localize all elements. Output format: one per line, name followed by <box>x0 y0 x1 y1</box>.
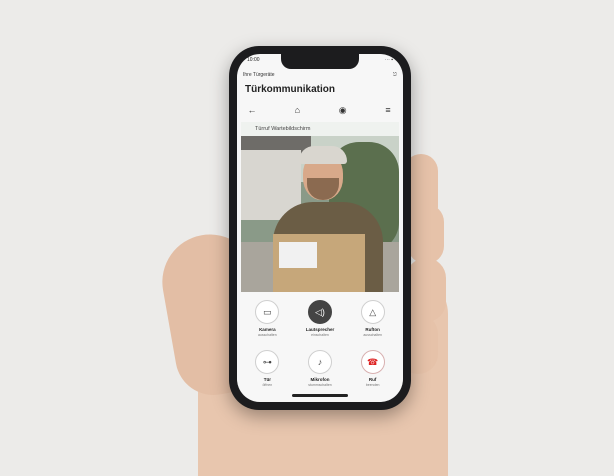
toolbar: ← ⌂ ◉ ≡ <box>241 102 399 118</box>
status-signal: ⋯ ▪ <box>384 57 393 63</box>
product-scene: 10:00 ⋯ ▪ Ihre Türgeräte ⎋ Türkommunikat… <box>0 0 614 476</box>
control-label: Mikrofon <box>310 377 330 382</box>
camera-control[interactable]: ▭ Kamera ausschalten <box>241 296 294 346</box>
control-sublabel: ausschalten <box>363 333 382 337</box>
smartphone: 10:00 ⋯ ▪ Ihre Türgeräte ⎋ Türkommunikat… <box>229 46 411 410</box>
hangup-control[interactable]: ☎ Ruf beenden <box>346 346 399 396</box>
control-label: Ruf <box>368 377 377 382</box>
package-label <box>279 242 317 268</box>
page-title: Türkommunikation <box>245 84 336 95</box>
person-cap <box>299 146 347 164</box>
control-label: Kamera <box>259 327 276 332</box>
notch <box>281 54 359 69</box>
camera-icon[interactable]: ▭ <box>255 300 280 324</box>
phone-screen: 10:00 ⋯ ▪ Ihre Türgeräte ⎋ Türkommunikat… <box>237 54 403 402</box>
menu-icon[interactable]: ≡ <box>381 103 395 117</box>
key-icon[interactable]: ⊶ <box>255 350 280 374</box>
speaker-control[interactable]: ◁) Lautsprecher einschalten <box>294 296 347 346</box>
control-sublabel: einschalten <box>311 333 329 337</box>
hangup-icon[interactable]: ☎ <box>360 350 385 374</box>
edit-icon[interactable]: ⎋ <box>393 72 397 78</box>
door-control[interactable]: ⊶ Tür öffnen <box>241 346 294 396</box>
control-sublabel: stummschalten <box>308 383 332 387</box>
call-controls: ▭ Kamera ausschalten ◁) Lautsprecher ein… <box>241 296 399 396</box>
bell-icon[interactable]: △ <box>360 300 385 324</box>
finger <box>408 204 444 264</box>
microphone-icon[interactable]: ♪ <box>307 350 332 374</box>
back-link[interactable]: Ihre Türgeräte <box>243 72 275 78</box>
arrow-left-icon[interactable]: ← <box>245 103 259 117</box>
control-sublabel: öffnen <box>262 383 273 387</box>
settings-icon[interactable]: ◉ <box>336 103 350 117</box>
control-label: Rufton <box>365 327 380 332</box>
control-sublabel: beenden <box>365 383 380 387</box>
video-feed: Türruf Wartebildschirm <box>241 122 399 292</box>
ringtone-control[interactable]: △ Rufton ausschalten <box>346 296 399 346</box>
microphone-control[interactable]: ♪ Mikrofon stummschalten <box>294 346 347 396</box>
video-overlay: Türruf Wartebildschirm <box>241 122 399 136</box>
home-icon[interactable]: ⌂ <box>290 103 304 117</box>
nav-bar: Ihre Türgeräte ⎋ <box>243 70 397 80</box>
speaker-icon[interactable]: ◁) <box>307 300 332 324</box>
control-label: Tür <box>263 377 271 382</box>
control-sublabel: ausschalten <box>257 333 277 337</box>
control-label: Lautsprecher <box>305 327 335 332</box>
status-time: 10:00 <box>247 57 260 63</box>
finger <box>406 258 446 322</box>
home-indicator[interactable] <box>292 394 348 397</box>
